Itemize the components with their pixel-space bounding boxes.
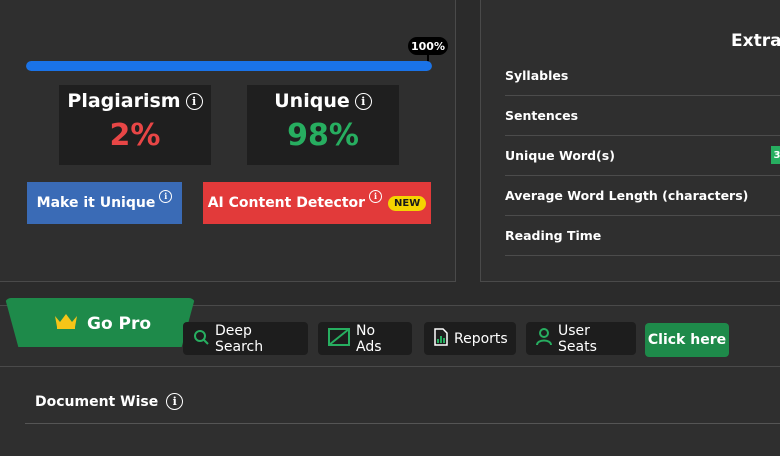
info-icon[interactable]: i <box>369 189 383 203</box>
make-it-unique-label: Make it Unique <box>36 195 156 211</box>
search-icon <box>193 329 209 349</box>
reports-label: Reports <box>454 330 508 347</box>
extra-stats-panel: Extra Syllables Sentences Unique Word(s)… <box>480 0 780 282</box>
reports-feature[interactable]: Reports <box>424 322 516 355</box>
user-icon <box>536 327 552 350</box>
stats-row-reading-time: Reading Time <box>505 216 780 256</box>
reports-icon <box>434 327 448 350</box>
user-seats-feature[interactable]: User Seats <box>526 322 636 355</box>
plagiarism-label: Plagiarism <box>67 90 181 112</box>
extra-title: Extra <box>731 31 780 51</box>
plagiarism-label-row: Plagiarism i <box>59 90 211 112</box>
no-ads-feature[interactable]: No Ads <box>318 322 412 355</box>
user-seats-label: User Seats <box>558 322 597 355</box>
click-here-button[interactable]: Click here <box>645 323 729 357</box>
progress-bar <box>26 61 432 71</box>
unique-label: Unique <box>274 90 350 112</box>
extra-stats-list: Syllables Sentences Unique Word(s) Avera… <box>505 56 780 256</box>
plagiarism-box: Plagiarism i 2% <box>59 85 211 165</box>
document-divider <box>25 423 780 424</box>
new-badge: NEW <box>388 195 427 211</box>
plagiarism-value: 2% <box>109 118 161 153</box>
no-ads-icon <box>328 327 350 350</box>
make-it-unique-button[interactable]: Make it Unique i <box>27 182 182 224</box>
ai-content-detector-button[interactable]: AI Content Detector i NEW <box>203 182 431 224</box>
progress-tooltip: 100% <box>408 37 448 55</box>
crown-icon <box>53 312 79 335</box>
info-icon[interactable]: i <box>185 92 203 110</box>
stats-row-unique-words: Unique Word(s) <box>505 136 780 176</box>
divider <box>0 366 780 367</box>
go-pro-content: Go Pro <box>53 312 151 335</box>
progress-fill <box>26 61 432 71</box>
unique-words-badge: 3 <box>771 146 780 164</box>
unique-label-row: Unique i <box>247 90 399 112</box>
document-wise-header: Document Wise i <box>35 393 184 410</box>
no-ads-label: No Ads <box>356 322 382 355</box>
document-wise-label: Document Wise <box>35 393 159 410</box>
deep-search-label: Deep Search <box>215 322 264 355</box>
go-pro-label: Go Pro <box>87 313 152 334</box>
stats-row-avg-word-length: Average Word Length (characters) <box>505 176 780 216</box>
go-pro-tab[interactable]: Go Pro <box>5 298 195 347</box>
unique-box: Unique i 98% <box>247 85 399 165</box>
stats-row-sentences: Sentences <box>505 96 780 136</box>
stats-row-syllables: Syllables <box>505 56 780 96</box>
info-icon[interactable]: i <box>159 189 173 203</box>
deep-search-feature[interactable]: Deep Search <box>183 322 308 355</box>
info-icon[interactable]: i <box>166 393 184 410</box>
unique-value: 98% <box>287 118 359 153</box>
ai-content-detector-label: AI Content Detector <box>207 195 366 211</box>
info-icon[interactable]: i <box>354 92 372 110</box>
